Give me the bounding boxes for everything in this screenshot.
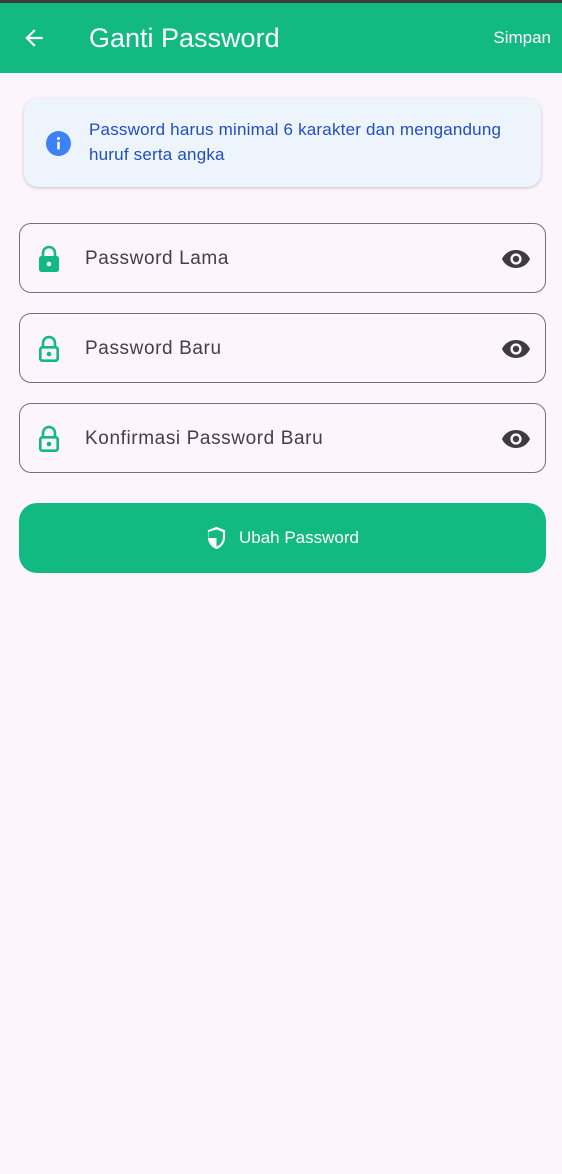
toggle-visibility-button[interactable] — [500, 425, 532, 453]
info-icon — [46, 131, 71, 156]
info-message: Password harus minimal 6 karakter dan me… — [89, 120, 502, 164]
arrow-left-icon — [25, 29, 43, 47]
change-password-label: Ubah Password — [238, 528, 359, 547]
eye-icon — [502, 250, 530, 268]
eye-icon — [502, 340, 530, 358]
toggle-visibility-button[interactable] — [500, 245, 532, 273]
old-password-label: Password Lama — [85, 248, 230, 269]
save-button[interactable]: Simpan — [493, 27, 551, 49]
change-password-button[interactable]: Ubah Password — [19, 503, 546, 573]
new-password-field[interactable]: Password Baru — [19, 313, 546, 383]
back-button[interactable] — [14, 18, 54, 58]
lock-open-icon — [38, 425, 59, 452]
lock-open-icon — [38, 335, 59, 362]
page-title: Ganti Password — [89, 23, 280, 53]
new-password-label: Password Baru — [85, 338, 222, 359]
toggle-visibility-button[interactable] — [500, 335, 532, 363]
old-password-field[interactable]: Password Lama — [19, 223, 546, 293]
shield-icon — [207, 526, 226, 550]
eye-icon — [502, 430, 530, 448]
lock-icon — [39, 245, 59, 272]
confirm-password-label: Konfirmasi Password Baru — [85, 428, 324, 449]
app-bar: Ganti Password Simpan — [0, 3, 562, 73]
confirm-password-field[interactable]: Konfirmasi Password Baru — [19, 403, 546, 473]
info-banner: Password harus minimal 6 karakter dan me… — [24, 98, 541, 187]
